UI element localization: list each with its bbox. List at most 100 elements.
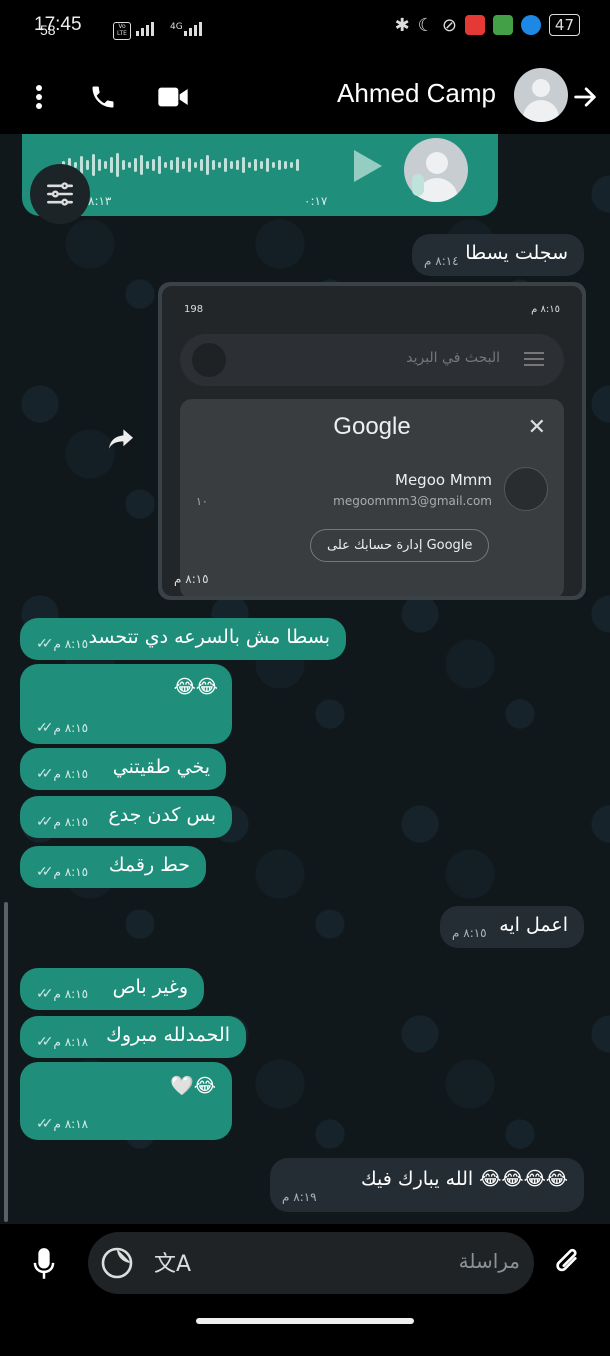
message-time: ٨:١٥ م [53,637,89,651]
message-bubble[interactable]: بسطا مش بالسرعه دي تتحسد ✓✓ ٨:١٥ م [20,618,346,660]
status-bar: 17:45 58 Vo LTE 4G ✱ ☾ ⊘ 47 [0,0,610,62]
image-status-time: ٨:١٥ م [531,304,560,315]
message-text: الحمدلله مبروك [106,1024,230,1046]
moon-icon: ☾ [417,14,434,36]
image-close-icon: ✕ [527,415,546,440]
sticker-icon[interactable] [98,1244,136,1282]
scroll-indicator[interactable] [4,902,8,1222]
attach-icon[interactable] [548,1242,588,1282]
read-ticks-icon: ✓✓ [36,636,54,652]
read-ticks-icon: ✓✓ [36,1116,54,1132]
signal-icon-2 [184,22,202,36]
volte-icon: Vo LTE [113,22,131,40]
status-battery-right: 47 [548,14,580,36]
input-bar: 文A مراسلة [0,1224,610,1304]
image-left-value: ١٠ [196,495,208,508]
phone-icon[interactable] [86,80,120,114]
avatar[interactable] [514,68,568,122]
more-vert-icon[interactable] [22,80,56,114]
message-time: ٨:١٩ م [282,1190,317,1204]
voice-time: ٨:١٣ [88,194,112,208]
message-input[interactable]: 文A مراسلة [88,1232,534,1294]
message-bubble[interactable]: اعمل ايه ٨:١٥ م [440,906,584,948]
chat-area[interactable]: ٠:١٧ ٨:١٣ سجلت يسطا ٨:١٤ م 198 ٨:١٥ م ال… [0,134,610,1224]
message-time: ٨:١٨ م [53,1035,89,1049]
image-account-email: megoommm3@gmail.com [333,494,492,508]
message-bubble[interactable]: سجلت يسطا ٨:١٤ م [412,234,584,276]
mic-icon[interactable] [24,1244,64,1284]
message-text: 🤍😂 [170,1075,216,1097]
message-time: ٨:١٥ م [53,987,89,1001]
image-message[interactable]: 198 ٨:١٥ م البحث في البريد Google ✕ Mego… [158,282,586,600]
image-account-avatar [504,467,548,511]
read-ticks-icon: ✓✓ [36,864,54,880]
voice-mic-icon [412,174,424,196]
message-bubble[interactable]: يخي طقيتني ✓✓ ٨:١٥ م [20,748,226,790]
message-time: ٨:١٨ م [53,1117,89,1131]
message-bubble[interactable]: حط رقمك ✓✓ ٨:١٥ م [20,846,206,888]
read-ticks-icon: ✓✓ [36,766,54,782]
message-meta: ✓✓ ٨:١٥ م [36,814,88,830]
message-bubble[interactable]: الحمدلله مبروك ✓✓ ٨:١٨ م [20,1016,246,1058]
image-search-placeholder: البحث في البريد [406,350,500,366]
message-input-placeholder: مراسلة [458,1249,520,1273]
message-bubble[interactable]: الله يبارك فيك 😂😂😂😂 ٨:١٩ م [270,1158,584,1212]
message-text: وغير باص [112,976,188,998]
status-battery-left: 58 [40,22,56,38]
image-account-name: Megoo Mmm [395,471,492,489]
message-time: ٨:١٥ م [53,767,89,781]
chat-header: Ahmed Camp [0,62,610,134]
message-bubble[interactable]: بس كدن جدع ✓✓ ٨:١٥ م [20,796,232,838]
voice-duration: ٠:١٧ [304,194,328,208]
image-card-title: Google [333,413,411,440]
network-label: 4G [170,22,183,32]
message-time: ٨:١٥ م [53,721,89,735]
back-arrow-icon[interactable] [568,80,602,114]
message-text: يخي طقيتني [112,756,210,778]
message-bubble[interactable]: 🤍😂 ✓✓ ٨:١٨ م [20,1062,232,1140]
video-icon[interactable] [156,80,190,114]
message-time: ٨:١٥ م [53,865,89,879]
message-bubble[interactable]: 😂😂 ✓✓ ٨:١٥ م [20,664,232,744]
image-status-battery: 198 [184,304,204,315]
voice-waveform[interactable] [62,152,332,178]
message-meta: ✓✓ ٨:١٥ م [36,864,88,880]
read-ticks-icon: ✓✓ [36,986,54,1002]
message-meta: ✓✓ ٨:١٥ م [36,636,88,652]
youtube-icon [464,15,485,35]
message-meta: ✓✓ ٨:١٨ م [36,1034,88,1050]
message-meta: ✓✓ ٨:١٨ م [36,1116,88,1132]
message-text: حط رقمك [108,854,190,876]
image-menu-icon [524,352,544,366]
read-ticks-icon: ✓✓ [36,1034,54,1050]
image-manage-button: إدارة حسابك على Google [310,529,490,562]
contact-name[interactable]: Ahmed Camp [337,78,496,109]
image-google-card: Google ✕ Megoo Mmm megoommm3@gmail.com ١… [180,399,564,596]
play-icon[interactable] [354,150,382,182]
translate-icon[interactable]: 文A [154,1246,191,1278]
message-meta: ✓✓ ٨:١٥ م [36,986,88,1002]
message-text: سجلت يسطا [465,242,568,264]
message-bubble[interactable]: وغير باص ✓✓ ٨:١٥ م [20,968,204,1010]
app-icon [492,15,513,35]
message-time: ٨:١٤ م [424,254,459,268]
wifi-calling-icon [520,15,541,35]
image-status-bar: 198 ٨:١٥ م [184,304,560,315]
message-time: ٨:١٥ م [452,926,487,940]
status-right: ✱ ☾ ⊘ 47 [395,14,580,36]
screenshot-image[interactable]: 198 ٨:١٥ م البحث في البريد Google ✕ Mego… [162,286,582,596]
home-indicator[interactable] [196,1318,414,1324]
message-text: بسطا مش بالسرعه دي تتحسد [88,626,330,648]
forward-icon[interactable] [104,424,138,454]
voice-message[interactable]: ٠:١٧ ٨:١٣ [22,134,498,216]
image-time: ٨:١٥ م [174,572,209,586]
message-text: اعمل ايه [499,914,568,936]
message-text: الله يبارك فيك 😂😂😂😂 [361,1168,568,1190]
mute-icon: ⊘ [441,14,457,36]
read-ticks-icon: ✓✓ [36,814,54,830]
image-search-bar: البحث في البريد [180,334,564,386]
bluetooth-icon: ✱ [394,14,410,36]
message-meta: ✓✓ ٨:١٥ م [36,766,88,782]
playback-speed-button[interactable] [30,164,90,224]
navigation-bar [0,1304,610,1356]
